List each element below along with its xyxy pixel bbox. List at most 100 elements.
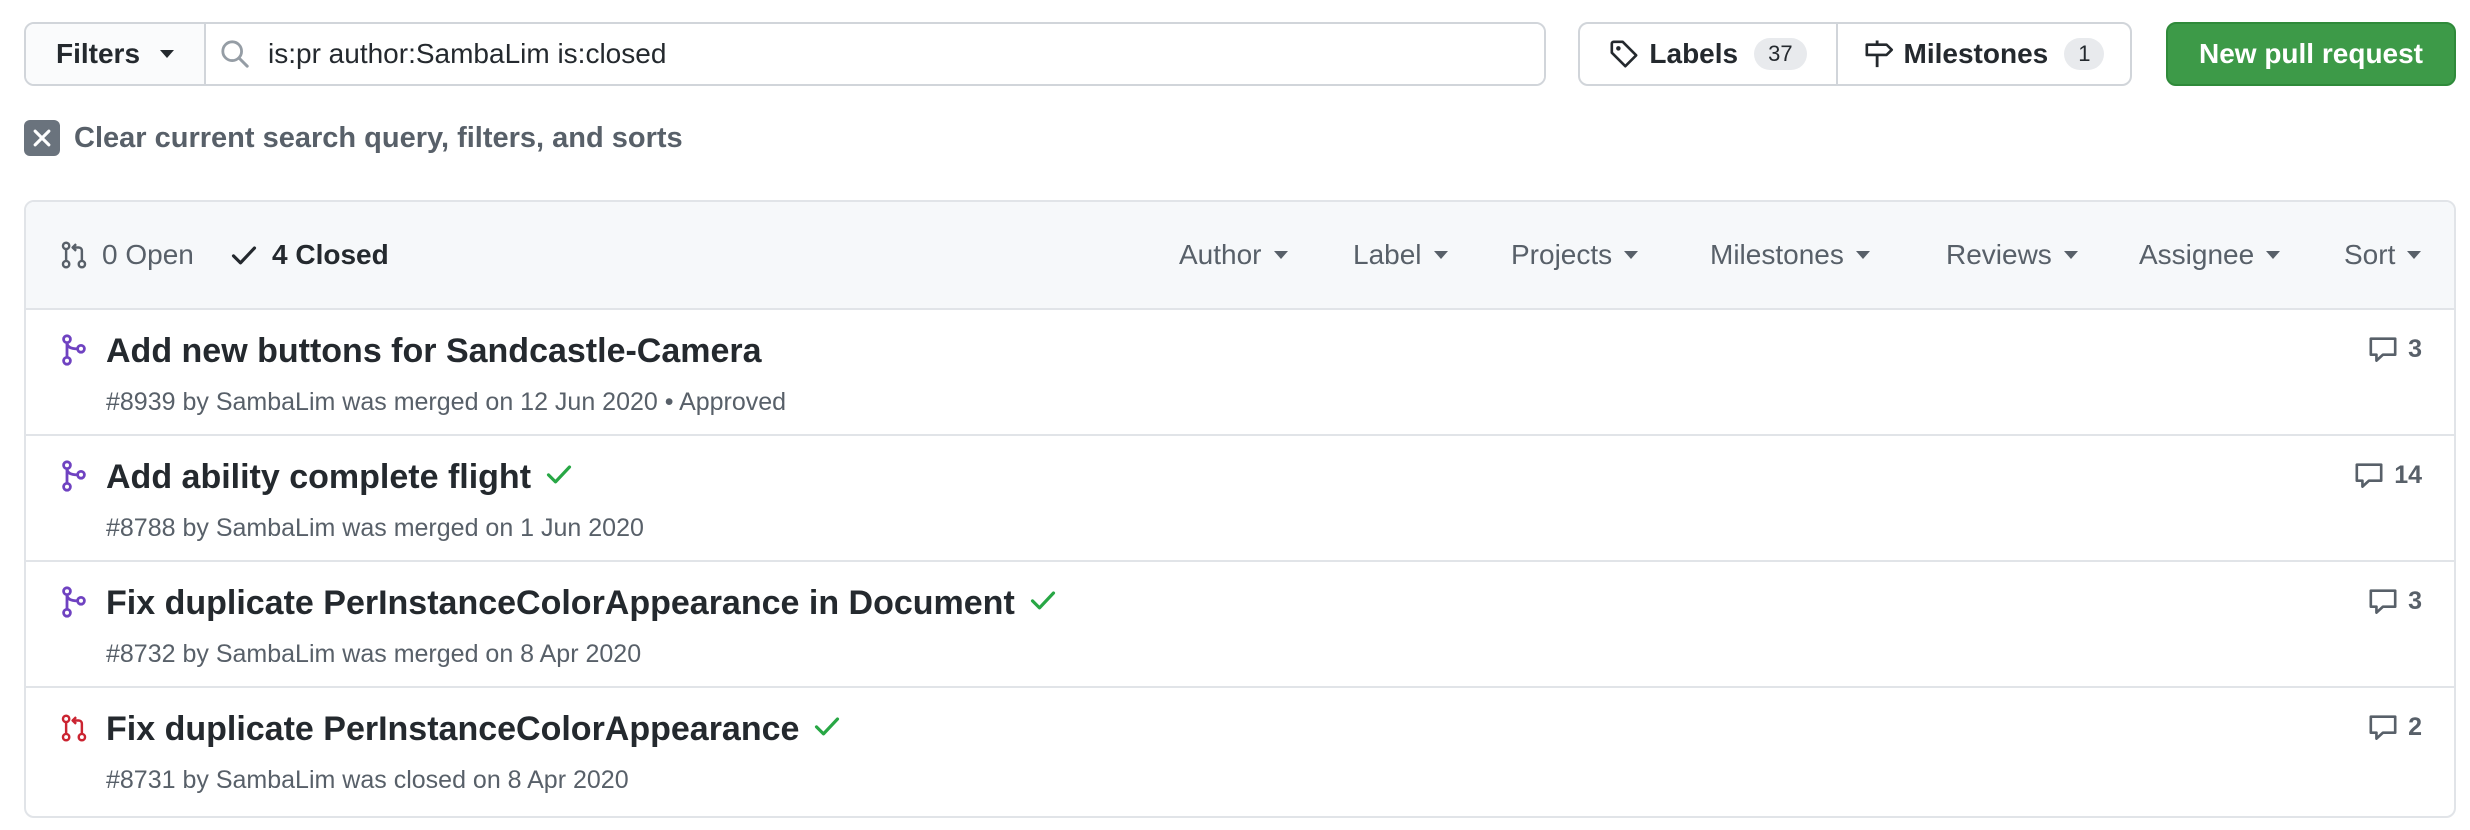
new-pull-request-label: New pull request (2198, 38, 2424, 69)
author-link[interactable]: SambaLim (216, 388, 336, 416)
milestones-button[interactable]: Milestones 1 (1838, 24, 2130, 84)
chevron-down-icon (2266, 251, 2281, 259)
author-link[interactable]: SambaLim (216, 640, 336, 668)
assignee-filter-label: Assignee (2139, 239, 2255, 270)
comment-count: 3 (2408, 586, 2422, 615)
new-pull-request-button[interactable]: New pull request (2166, 22, 2456, 86)
merged-pr-icon (60, 586, 86, 623)
pull-request-title-text: Add new buttons for Sandcastle-Camera (106, 332, 762, 370)
projects-filter[interactable]: Projects (1511, 202, 1639, 308)
status-text: was closed on 8 Apr 2020 (342, 766, 629, 794)
comment-icon (2355, 463, 2383, 488)
list-header: 0 Open 4 Closed Author Label Projects Mi… (26, 202, 2454, 310)
projects-filter-label: Projects (1511, 239, 1613, 270)
filters-button[interactable]: Filters (26, 24, 206, 84)
search-box (206, 24, 1544, 84)
clear-query-text: Clear current search query, filters, and… (74, 121, 683, 154)
pull-request-meta: #8731 by SambaLim was closed on 8 Apr 20… (106, 766, 629, 795)
author-link[interactable]: SambaLim (216, 766, 336, 794)
author-filter[interactable]: Author (1179, 202, 1288, 308)
pull-request-meta: #8788 by SambaLim was merged on 1 Jun 20… (106, 514, 644, 543)
chevron-down-icon (1624, 251, 1639, 259)
chevron-down-icon (1855, 251, 1870, 259)
pull-request-title[interactable]: Fix duplicate PerInstanceColorAppearance… (106, 584, 1057, 623)
comment-icon (2369, 337, 2397, 362)
open-tab[interactable]: 0 Open (60, 202, 194, 308)
by-text: by (182, 514, 209, 542)
pull-request-number: #8731 (106, 766, 176, 794)
table-row: Fix duplicate PerInstanceColorAppearance… (26, 562, 2454, 688)
pull-request-title[interactable]: Fix duplicate PerInstanceColorAppearance (106, 710, 841, 749)
chevron-down-icon (1433, 251, 1448, 259)
reviews-filter[interactable]: Reviews (1946, 202, 2078, 308)
chevron-down-icon (1273, 251, 1288, 259)
clear-query-link[interactable]: Clear current search query, filters, and… (24, 120, 683, 156)
status-text: was merged on 1 Jun 2020 (342, 514, 644, 542)
pull-request-title-text: Fix duplicate PerInstanceColorAppearance… (106, 584, 1015, 622)
check-icon (813, 710, 841, 749)
labels-label: Labels (1649, 38, 1739, 69)
top-bar: Filters Labels 37 Mileston (24, 22, 2456, 86)
comments-link[interactable]: 14 (2354, 460, 2422, 490)
merged-pr-icon (60, 334, 86, 371)
by-text: by (182, 388, 209, 416)
filter-search-group: Filters (24, 22, 1546, 86)
label-filter-label: Label (1353, 239, 1422, 270)
filters-label: Filters (55, 38, 141, 69)
pull-request-title[interactable]: Add new buttons for Sandcastle-Camera (106, 332, 762, 371)
tag-icon (1610, 40, 1638, 68)
author-link[interactable]: SambaLim (216, 514, 336, 542)
pull-request-title-text: Fix duplicate PerInstanceColorAppearance (106, 710, 800, 748)
author-filter-label: Author (1179, 239, 1262, 270)
check-icon (1029, 584, 1057, 623)
comment-icon (2369, 715, 2397, 740)
milestones-count: 1 (2064, 38, 2105, 70)
open-count: 0 Open (102, 239, 194, 270)
pull-request-number: #8732 (106, 640, 176, 668)
milestone-icon (1865, 40, 1893, 68)
labels-count: 37 (1754, 38, 1807, 70)
pull-request-meta: #8732 by SambaLim was merged on 8 Apr 20… (106, 640, 641, 669)
chevron-down-icon (2407, 251, 2422, 259)
sort-filter[interactable]: Sort (2344, 202, 2422, 308)
reviews-filter-label: Reviews (1946, 239, 2052, 270)
status-text: was merged on 12 Jun 2020 (342, 388, 658, 416)
pull-request-list: 0 Open 4 Closed Author Label Projects Mi… (24, 200, 2456, 818)
table-row: Add ability complete flight #8788 by Sam… (26, 436, 2454, 562)
chevron-down-icon (2063, 251, 2078, 259)
search-input[interactable] (250, 38, 1544, 70)
closed-count: 4 Closed (272, 239, 389, 270)
comments-link[interactable]: 2 (2368, 712, 2422, 742)
comments-link[interactable]: 3 (2368, 334, 2422, 364)
closed-pr-icon (60, 712, 88, 749)
labels-button[interactable]: Labels 37 (1580, 24, 1838, 84)
sort-filter-label: Sort (2344, 239, 2396, 270)
pull-request-title[interactable]: Add ability complete flight (106, 458, 573, 497)
merged-pr-icon (60, 460, 86, 497)
pull-request-rows: Add new buttons for Sandcastle-Camera #8… (26, 310, 2454, 814)
status-text: was merged on 8 Apr 2020 (342, 640, 642, 668)
comments-link[interactable]: 3 (2368, 586, 2422, 616)
assignee-filter[interactable]: Assignee (2139, 202, 2281, 308)
milestones-filter[interactable]: Milestones (1710, 202, 1870, 308)
milestones-filter-label: Milestones (1710, 239, 1844, 270)
pull-request-number: #8788 (106, 514, 176, 542)
labels-milestones-group: Labels 37 Milestones 1 (1578, 22, 2132, 86)
table-row: Fix duplicate PerInstanceColorAppearance… (26, 688, 2454, 814)
closed-tab[interactable]: 4 Closed (230, 202, 389, 308)
comment-icon (2369, 589, 2397, 614)
by-text: by (182, 766, 209, 794)
pull-request-title-text: Add ability complete flight (106, 458, 532, 496)
check-icon (231, 246, 257, 265)
comment-count: 2 (2408, 712, 2422, 741)
pull-request-number: #8939 (106, 388, 176, 416)
comment-count: 3 (2408, 334, 2422, 363)
label-filter[interactable]: Label (1353, 202, 1448, 308)
review-status: • Approved (664, 388, 787, 416)
chevron-down-icon (160, 50, 175, 58)
pull-request-meta: #8939 by SambaLim was merged on 12 Jun 2… (106, 388, 786, 417)
milestones-label: Milestones (1903, 38, 2049, 69)
search-icon (221, 40, 249, 68)
check-icon (545, 458, 573, 497)
comment-count: 14 (2394, 460, 2422, 489)
